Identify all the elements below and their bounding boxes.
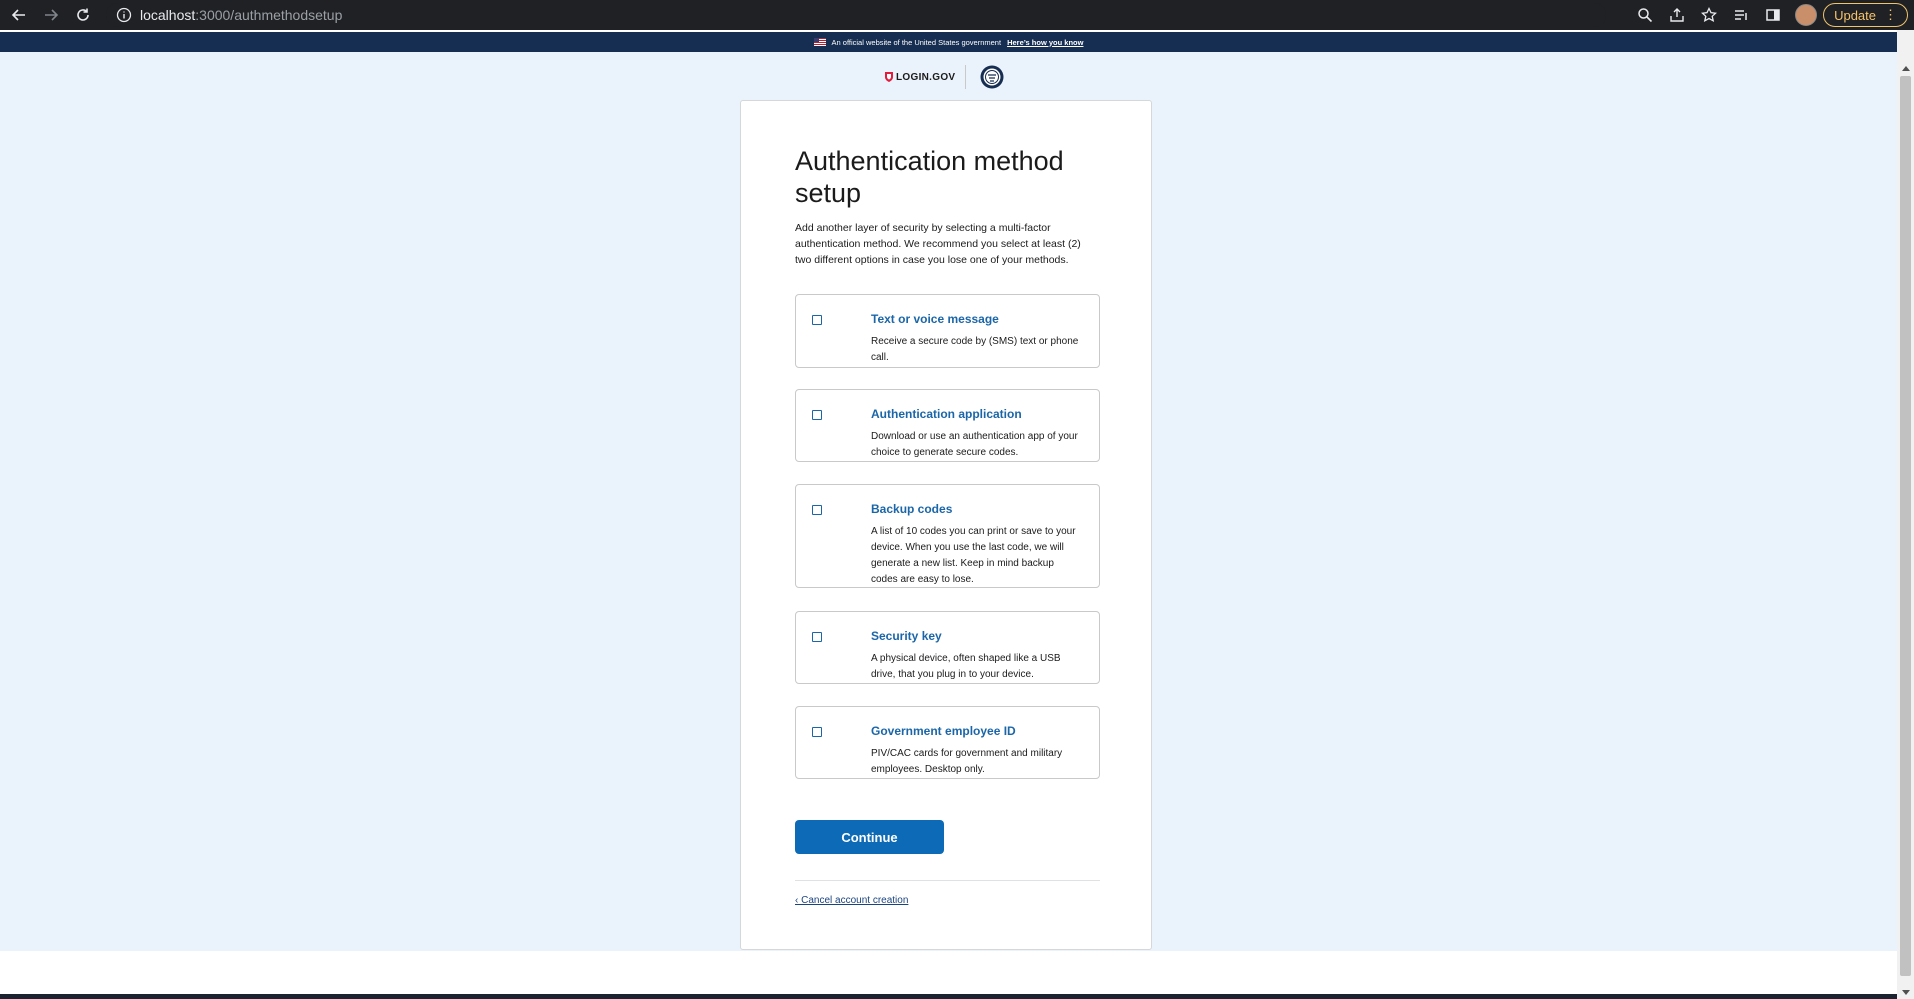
reload-icon[interactable] xyxy=(70,2,96,28)
login-gov-logo[interactable]: LOGIN.GOV xyxy=(885,72,955,83)
profile-avatar[interactable] xyxy=(1795,4,1818,26)
update-label: Update xyxy=(1834,7,1876,23)
side-panel-icon[interactable] xyxy=(1757,0,1789,30)
scroll-up-icon[interactable] xyxy=(1902,66,1910,71)
intro-text: Add another layer of security by selecti… xyxy=(795,222,1081,266)
checkbox[interactable] xyxy=(812,505,822,515)
cancel-account-creation-link[interactable]: ‹ Cancel account creation xyxy=(795,895,908,906)
option-title: Text or voice message xyxy=(871,312,999,326)
option-text-voice[interactable]: Text or voice message Receive a secure c… xyxy=(795,294,1100,368)
option-auth-app[interactable]: Authentication application Download or u… xyxy=(795,389,1100,462)
continue-button[interactable]: Continue xyxy=(795,820,944,854)
option-title: Government employee ID xyxy=(871,724,1016,738)
share-icon[interactable] xyxy=(1661,0,1693,30)
us-flag-icon xyxy=(813,38,826,46)
update-button[interactable]: Update ⋮ xyxy=(1823,3,1908,27)
option-title: Authentication application xyxy=(871,407,1022,421)
option-security-key[interactable]: Security key A physical device, often sh… xyxy=(795,611,1100,684)
option-description: Receive a secure code by (SMS) text or p… xyxy=(871,336,1079,363)
option-description: A physical device, often shaped like a U… xyxy=(871,653,1061,680)
bookmark-star-icon[interactable] xyxy=(1693,0,1725,30)
logo-divider xyxy=(965,65,967,89)
browser-toolbar: localhost:3000/authmethodsetup Update ⋮ xyxy=(0,0,1914,30)
agency-seal-icon xyxy=(980,65,1004,89)
gov-banner-text: An official website of the United States… xyxy=(831,37,1002,47)
logo-text: LOGIN.GOV xyxy=(896,71,956,83)
page-title: Authentication method setup xyxy=(795,146,1064,208)
address-bar[interactable]: localhost:3000/authmethodsetup xyxy=(106,3,1606,27)
gov-banner: An official website of the United States… xyxy=(0,32,1897,52)
divider xyxy=(795,880,1100,881)
option-backup-codes[interactable]: Backup codes A list of 10 codes you can … xyxy=(795,484,1100,588)
scrollbar[interactable] xyxy=(1897,30,1914,999)
option-gov-employee-id[interactable]: Government employee ID PIV/CAC cards for… xyxy=(795,706,1100,779)
more-menu-icon[interactable]: ⋮ xyxy=(1884,7,1897,23)
scroll-thumb[interactable] xyxy=(1900,76,1911,976)
scroll-down-icon[interactable] xyxy=(1902,990,1910,995)
url-host: localhost xyxy=(140,7,196,23)
zoom-icon[interactable] xyxy=(1629,0,1661,30)
site-info-icon[interactable] xyxy=(116,7,132,23)
option-title: Security key xyxy=(871,629,942,643)
auth-setup-card: Authentication method setup Add another … xyxy=(740,100,1152,950)
option-description: Download or use an authentication app of… xyxy=(871,431,1078,458)
checkbox[interactable] xyxy=(812,315,822,325)
shield-icon xyxy=(885,72,893,82)
checkbox[interactable] xyxy=(812,632,822,642)
option-title: Backup codes xyxy=(871,502,953,516)
back-icon[interactable] xyxy=(6,2,32,28)
checkbox[interactable] xyxy=(812,727,822,737)
option-description: A list of 10 codes you can print or save… xyxy=(871,526,1076,585)
option-description: PIV/CAC cards for government and militar… xyxy=(871,748,1063,775)
header-logos: LOGIN.GOV xyxy=(885,64,1004,90)
checkbox[interactable] xyxy=(812,410,822,420)
url-path: :3000/authmethodsetup xyxy=(195,7,343,23)
reading-list-icon[interactable] xyxy=(1725,0,1757,30)
forward-icon[interactable] xyxy=(38,2,64,28)
heres-how-you-know-link[interactable]: Here’s how you know xyxy=(1007,38,1083,47)
footer-strip xyxy=(0,994,1897,999)
